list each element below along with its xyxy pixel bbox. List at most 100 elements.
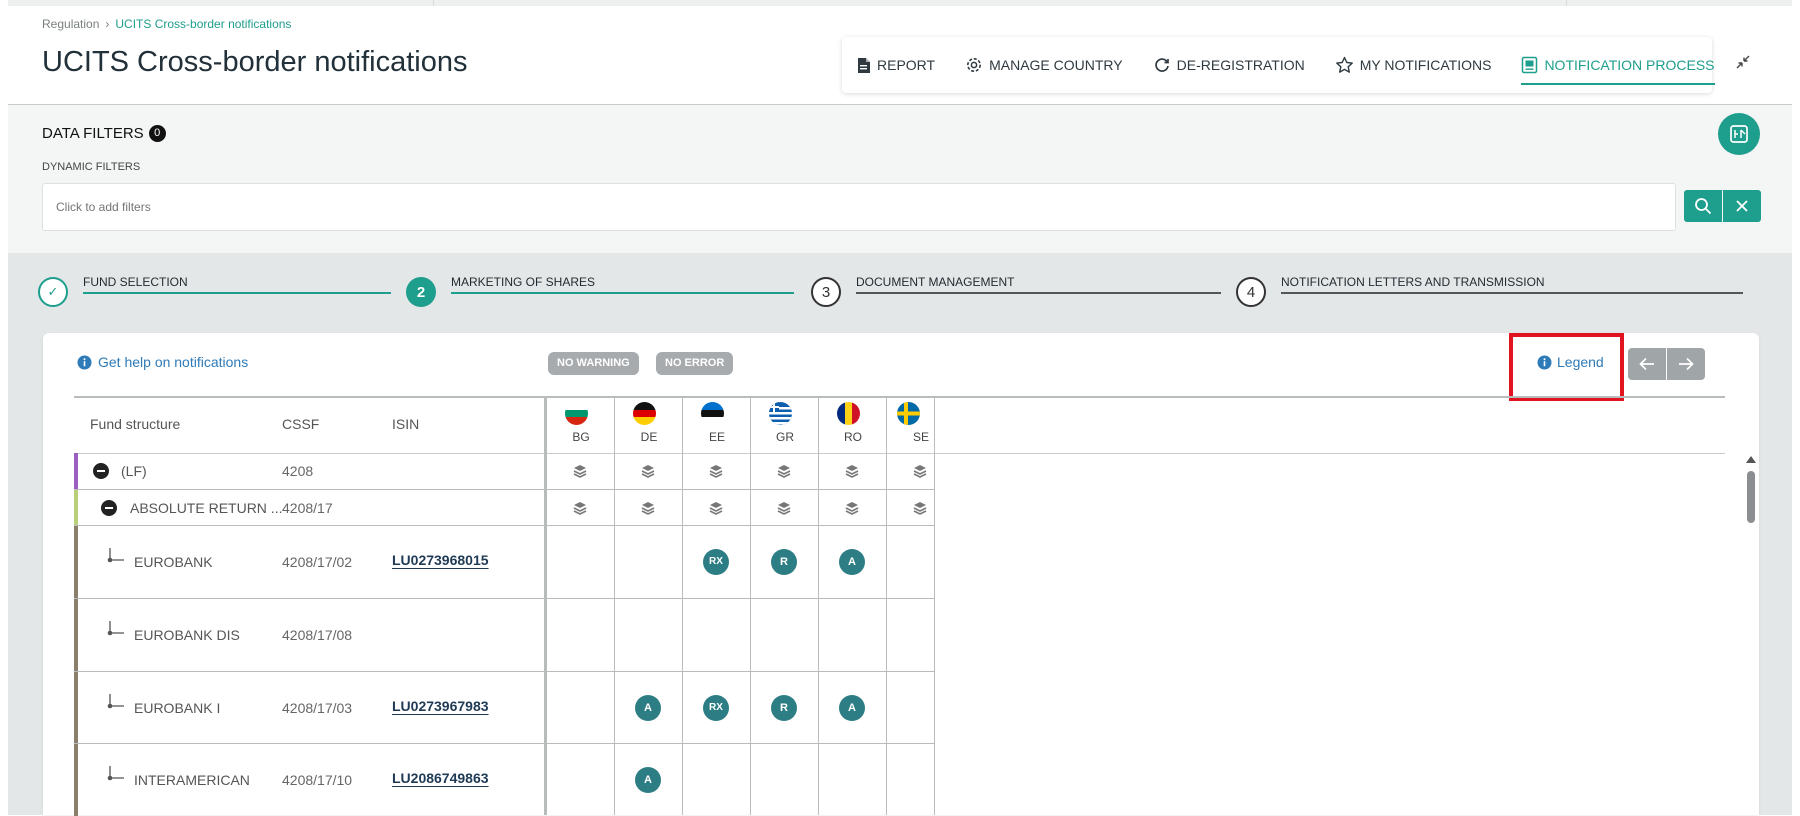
status-badge[interactable]: A	[839, 549, 865, 575]
step-2-number: 2	[416, 283, 426, 301]
step-1-label: FUND SELECTION	[83, 275, 188, 289]
layers-icon[interactable]	[844, 463, 860, 479]
my-notifications-button[interactable]: MY NOTIFICATIONS	[1335, 37, 1491, 93]
prev-button[interactable]	[1628, 348, 1666, 380]
isin-link[interactable]: LU2086749863	[392, 770, 489, 786]
collapse-row-icon[interactable]	[93, 463, 109, 479]
table-row[interactable]: ABSOLUTE RETURN ... 4208/17	[74, 490, 934, 526]
table-row[interactable]: INTERAMERICAN 4208/17/10 LU2086749863	[74, 744, 934, 816]
step-3-circle: 3	[811, 277, 841, 307]
close-icon	[1736, 200, 1748, 212]
step-1-line	[83, 292, 391, 294]
layers-icon[interactable]	[912, 500, 928, 516]
layers-icon[interactable]	[572, 463, 588, 479]
step-4-label: NOTIFICATION LETTERS AND TRANSMISSION	[1281, 275, 1545, 289]
status-badge[interactable]: A	[635, 767, 661, 793]
status-badge[interactable]: A	[635, 695, 661, 721]
table-row[interactable]: EUROBANK 4208/17/02 LU0273968015	[74, 526, 934, 599]
data-view-fab[interactable]	[1718, 113, 1760, 155]
breadcrumb-separator: ›	[105, 17, 110, 31]
cssf-code: 4208/17/08	[282, 627, 353, 643]
report-label: REPORT	[877, 57, 936, 73]
status-badge[interactable]: RX	[703, 695, 729, 721]
header-fund-structure[interactable]: Fund structure	[90, 416, 180, 432]
header-cssf[interactable]: CSSF	[282, 416, 319, 432]
data-view-icon	[1730, 125, 1748, 143]
step-2-label: MARKETING OF SHARES	[451, 275, 596, 289]
layers-icon[interactable]	[776, 500, 792, 516]
layers-icon[interactable]	[776, 463, 792, 479]
country-code-bg: BG	[572, 430, 590, 444]
legend-link[interactable]: Legend	[1537, 354, 1604, 370]
help-link[interactable]: Get help on notifications	[77, 354, 248, 370]
notifications-table: Fund structure CSSF ISIN BG DE EE GR RO …	[74, 396, 1756, 816]
star-icon	[1335, 56, 1353, 73]
step-3-label: DOCUMENT MANAGEMENT	[856, 275, 1015, 289]
check-icon: ✓	[47, 284, 59, 299]
layers-icon[interactable]	[572, 500, 588, 516]
step-4-line	[1281, 292, 1743, 294]
deregistration-label: DE-REGISTRATION	[1176, 57, 1305, 73]
next-button[interactable]	[1667, 348, 1705, 380]
arrow-right-icon	[1679, 357, 1694, 371]
fund-name: EUROBANK I	[134, 700, 221, 716]
country-code-de: DE	[640, 430, 658, 444]
notification-card: Get help on notifications NO WARNING NO …	[43, 333, 1759, 816]
cssf-code: 4208/17/10	[282, 772, 353, 788]
notification-process-tab[interactable]: NOTIFICATION PROCESS	[1521, 37, 1715, 93]
cssf-code: 4208/17	[282, 500, 333, 516]
legend-label: Legend	[1557, 354, 1604, 370]
table-row[interactable]: EUROBANK DIS 4208/17/08	[74, 599, 934, 672]
top-strip	[8, 0, 1792, 6]
no-error-badge: NO ERROR	[656, 352, 734, 375]
step-1-circle: ✓	[38, 277, 68, 307]
collapse-icon[interactable]	[1736, 55, 1750, 74]
table-row[interactable]: EUROBANK I 4208/17/03 LU0273967983	[74, 672, 934, 744]
search-button[interactable]	[1684, 190, 1722, 222]
deregistration-button[interactable]: DE-REGISTRATION	[1153, 37, 1305, 93]
fund-name: EUROBANK DIS	[134, 627, 240, 643]
isin-link[interactable]: LU0273968015	[392, 552, 489, 568]
layers-icon[interactable]	[640, 500, 656, 516]
fund-name: (LF)	[121, 463, 147, 479]
header-isin[interactable]: ISIN	[392, 416, 419, 432]
table-scrollbar[interactable]	[1745, 453, 1757, 815]
report-button[interactable]: REPORT	[857, 37, 935, 93]
breadcrumb-root[interactable]: Regulation	[42, 17, 99, 31]
table-row[interactable]: (LF) 4208	[74, 453, 934, 490]
manage-country-label: MANAGE COUNTRY	[989, 57, 1123, 73]
layers-icon[interactable]	[844, 500, 860, 516]
step-3-number: 3	[821, 283, 831, 301]
cssf-code: 4208/17/02	[282, 554, 353, 570]
filters-input[interactable]	[42, 183, 1676, 231]
info-icon	[1537, 355, 1552, 369]
country-code-gr: GR	[776, 430, 794, 444]
document-icon	[858, 57, 870, 73]
step-2-line	[451, 292, 794, 294]
page-title: UCITS Cross-border notifications	[42, 46, 468, 78]
isin-link[interactable]: LU0273967983	[392, 698, 489, 714]
status-badge[interactable]: R	[771, 695, 797, 721]
layers-icon[interactable]	[708, 463, 724, 479]
romania-flag-icon	[837, 402, 860, 425]
data-filters-label: DATA FILTERS	[42, 125, 144, 142]
layers-icon[interactable]	[708, 500, 724, 516]
collapse-row-icon[interactable]	[101, 500, 117, 516]
manage-country-button[interactable]: MANAGE COUNTRY	[965, 37, 1123, 93]
country-code-ro: RO	[844, 430, 862, 444]
status-badge[interactable]: R	[771, 549, 797, 575]
help-link-label: Get help on notifications	[98, 354, 249, 370]
share-class-icon	[107, 621, 124, 636]
layers-icon[interactable]	[912, 463, 928, 479]
layers-icon[interactable]	[640, 463, 656, 479]
info-icon	[77, 355, 92, 369]
scroll-thumb[interactable]	[1747, 471, 1755, 523]
scroll-up-icon[interactable]	[1746, 456, 1756, 463]
breadcrumb-current[interactable]: UCITS Cross-border notifications	[115, 17, 291, 31]
step-4-circle: 4	[1236, 277, 1266, 307]
status-badge[interactable]: A	[839, 695, 865, 721]
notification-process-label: NOTIFICATION PROCESS	[1544, 57, 1715, 73]
status-badge[interactable]: RX	[703, 549, 729, 575]
data-filters-title: DATA FILTERS 0	[42, 125, 166, 142]
clear-filters-button[interactable]	[1723, 190, 1761, 222]
